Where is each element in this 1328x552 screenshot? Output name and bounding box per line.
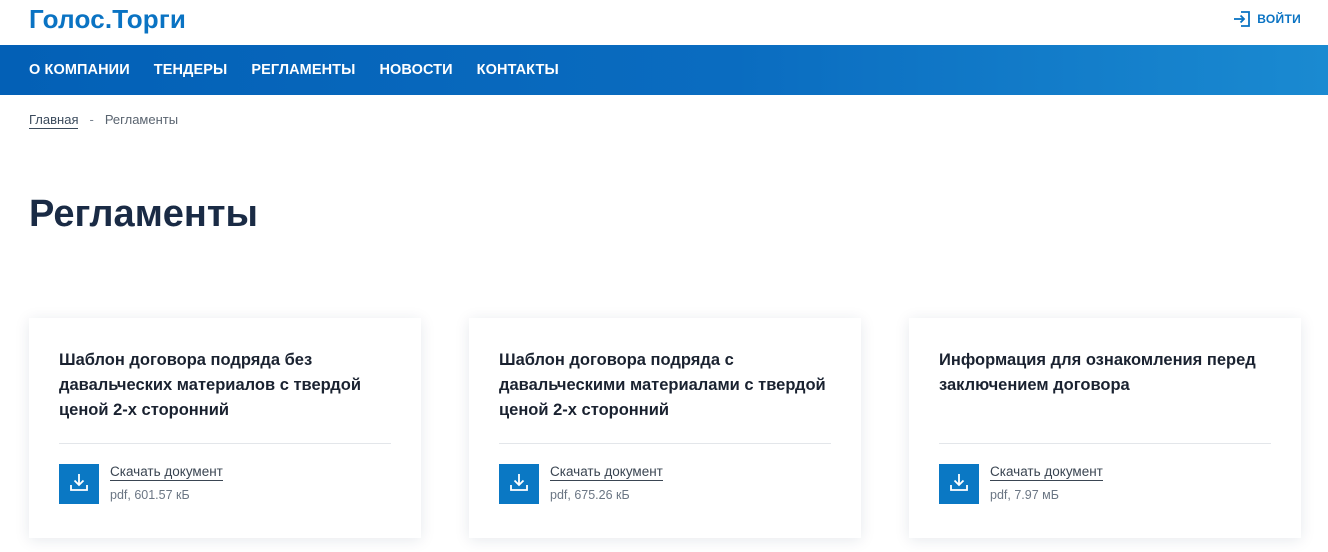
document-card: Информация для ознакомления перед заключ…: [909, 318, 1301, 538]
nav-item-about[interactable]: О КОМПАНИИ: [29, 62, 130, 78]
download-button[interactable]: [59, 464, 99, 504]
card-divider: [59, 443, 391, 444]
nav-item-contacts[interactable]: КОНТАКТЫ: [477, 62, 559, 78]
login-label: ВОЙТИ: [1257, 12, 1301, 26]
document-title: Шаблон договора подряда без давальческих…: [59, 351, 362, 419]
download-link[interactable]: Скачать документ: [990, 464, 1103, 481]
site-logo[interactable]: Голос.Торги: [29, 4, 186, 35]
download-icon: [508, 471, 530, 498]
download-icon: [948, 471, 970, 498]
document-card: Шаблон договора подряда без давальческих…: [29, 318, 421, 538]
breadcrumb-home[interactable]: Главная: [29, 112, 79, 129]
card-divider: [499, 443, 831, 444]
file-meta: pdf, 7.97 мБ: [990, 488, 1059, 502]
main-nav: О КОМПАНИИ ТЕНДЕРЫ РЕГЛАМЕНТЫ НОВОСТИ КО…: [0, 45, 1328, 95]
file-meta: pdf, 601.57 кБ: [110, 488, 190, 502]
download-button[interactable]: [939, 464, 979, 504]
document-card: Шаблон договора подряда с давальческими …: [469, 318, 861, 538]
breadcrumb-current: Регламенты: [104, 112, 179, 127]
nav-item-news[interactable]: НОВОСТИ: [379, 62, 452, 78]
breadcrumb: Главная - Регламенты: [29, 112, 178, 129]
login-button[interactable]: ВОЙТИ: [1232, 9, 1301, 29]
top-bar: Голос.Торги ВОЙТИ: [0, 0, 1328, 45]
nav-item-regulations[interactable]: РЕГЛАМЕНТЫ: [251, 62, 355, 78]
download-button[interactable]: [499, 464, 539, 504]
download-link[interactable]: Скачать документ: [550, 464, 663, 481]
card-divider: [939, 443, 1271, 444]
document-title: Информация для ознакомления перед заключ…: [939, 351, 1256, 394]
breadcrumb-separator: -: [89, 112, 94, 127]
document-title: Шаблон договора подряда с давальческими …: [499, 351, 826, 419]
download-link[interactable]: Скачать документ: [110, 464, 223, 481]
page-title: Регламенты: [29, 193, 258, 235]
download-icon: [68, 471, 90, 498]
login-icon: [1232, 9, 1252, 29]
file-meta: pdf, 675.26 кБ: [550, 488, 630, 502]
nav-item-tenders[interactable]: ТЕНДЕРЫ: [154, 62, 228, 78]
